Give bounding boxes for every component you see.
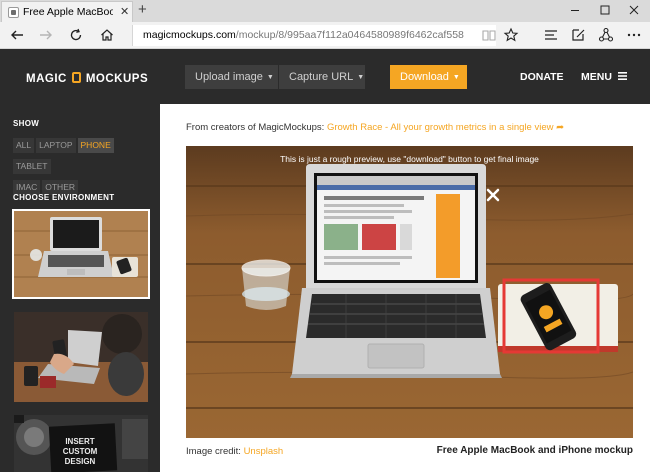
logo-phone-icon xyxy=(71,72,81,83)
minimize-icon[interactable] xyxy=(568,3,582,17)
filter-tablet[interactable]: TABLET xyxy=(13,159,51,174)
new-tab-icon[interactable]: + xyxy=(138,2,147,18)
browser-tab[interactable]: Free Apple MacBook an ✕ xyxy=(1,1,133,22)
address-bar[interactable]: magicmockups.com/mockup/8/995aa7f112a046… xyxy=(132,25,496,46)
web-note-icon[interactable] xyxy=(570,27,586,43)
tab-bar: Free Apple MacBook an ✕ + xyxy=(0,0,650,22)
environment-thumbnail-3-image: INSERT CUSTOM DESIGN xyxy=(14,415,148,472)
choose-environment-heading: CHOOSE ENVIRONMENT xyxy=(13,193,115,202)
maximize-icon[interactable] xyxy=(598,3,612,17)
share-arrow-icon: ➦ xyxy=(556,122,565,133)
browser-toolbar: magicmockups.com/mockup/8/995aa7f112a046… xyxy=(0,22,650,49)
home-icon[interactable] xyxy=(99,27,115,43)
filter-all[interactable]: ALL xyxy=(13,138,35,153)
download-button[interactable]: Download ▼ xyxy=(390,65,467,89)
logo-text-right: MOCKUPS xyxy=(85,73,149,85)
favorite-star-icon[interactable] xyxy=(503,27,519,43)
close-icon[interactable] xyxy=(627,3,641,17)
filter-phone[interactable]: PHONE xyxy=(77,138,114,153)
thumbnail-3-text-line-1: INSERT xyxy=(65,437,94,446)
environment-thumbnail-1-image xyxy=(14,211,148,297)
page-favicon-icon xyxy=(8,7,19,18)
download-label: Download xyxy=(400,71,449,83)
more-options-icon[interactable] xyxy=(626,27,642,43)
growth-race-link[interactable]: Growth Race - All your growth metrics in… xyxy=(327,122,554,133)
upload-image-label: Upload image xyxy=(195,71,263,83)
creators-banner: From creators of MagicMockups: Growth Ra… xyxy=(186,122,564,133)
capture-url-button[interactable]: Capture URL ▼ xyxy=(279,65,365,89)
tab-title: Free Apple MacBook an xyxy=(23,6,113,18)
site-logo[interactable]: MAGIC MOCKUPS xyxy=(26,72,148,85)
mockup-caption: Free Apple MacBook and iPhone mockup xyxy=(436,445,633,456)
thumbnail-3-text-line-2: CUSTOM xyxy=(63,447,98,456)
device-filters: ALL LAPTOP PHONETABLET IMAC OTHER xyxy=(13,135,153,198)
refresh-icon[interactable] xyxy=(68,27,84,43)
logo-text-left: MAGIC xyxy=(26,73,67,85)
tab-close-icon[interactable]: ✕ xyxy=(120,5,129,19)
site-header: MAGIC MOCKUPS Upload image ▼ Capture URL ▼ … xyxy=(0,49,650,104)
preview-notice: This is just a rough preview, use "downl… xyxy=(280,154,539,164)
caret-down-icon: ▼ xyxy=(266,74,274,81)
caret-down-icon: ▼ xyxy=(357,74,365,81)
caret-down-icon: ▼ xyxy=(452,74,460,81)
hamburger-icon xyxy=(617,72,627,80)
sidebar: SHOW ALL LAPTOP PHONETABLET IMAC OTHER CHOOS… xyxy=(0,104,160,472)
filter-laptop[interactable]: LAPTOP xyxy=(36,138,76,153)
back-icon[interactable] xyxy=(9,27,25,43)
hub-icon[interactable] xyxy=(543,27,559,43)
main-content: From creators of MagicMockups: Growth Ra… xyxy=(160,104,650,472)
environment-thumbnail-3[interactable]: INSERT CUSTOM DESIGN xyxy=(14,415,148,472)
credit-prefix: Image credit: xyxy=(186,446,241,457)
upload-image-button[interactable]: Upload image ▼ xyxy=(185,65,278,89)
mockup-preview-image xyxy=(186,146,633,438)
menu-button[interactable]: MENU xyxy=(581,71,627,83)
share-icon[interactable] xyxy=(598,27,614,43)
mockup-preview[interactable]: This is just a rough preview, use "downl… xyxy=(186,146,633,438)
image-credit: Image credit: Unsplash xyxy=(186,446,283,457)
address-url: magicmockups.com/mockup/8/995aa7f112a046… xyxy=(143,29,464,41)
thumbnail-3-text-line-3: DESIGN xyxy=(65,457,96,466)
donate-link[interactable]: DONATE xyxy=(520,71,564,83)
environment-thumbnail-2[interactable] xyxy=(14,312,148,402)
reading-view-icon[interactable] xyxy=(481,27,497,43)
creators-prefix: From creators of MagicMockups: xyxy=(186,122,325,133)
environment-thumbnail-2-image xyxy=(14,312,148,402)
environment-thumbnail-1[interactable] xyxy=(12,209,150,299)
menu-label: MENU xyxy=(581,71,612,83)
capture-url-label: Capture URL xyxy=(289,71,354,83)
forward-icon[interactable] xyxy=(38,27,54,43)
unsplash-link[interactable]: Unsplash xyxy=(244,446,284,457)
show-heading: SHOW xyxy=(13,119,40,128)
